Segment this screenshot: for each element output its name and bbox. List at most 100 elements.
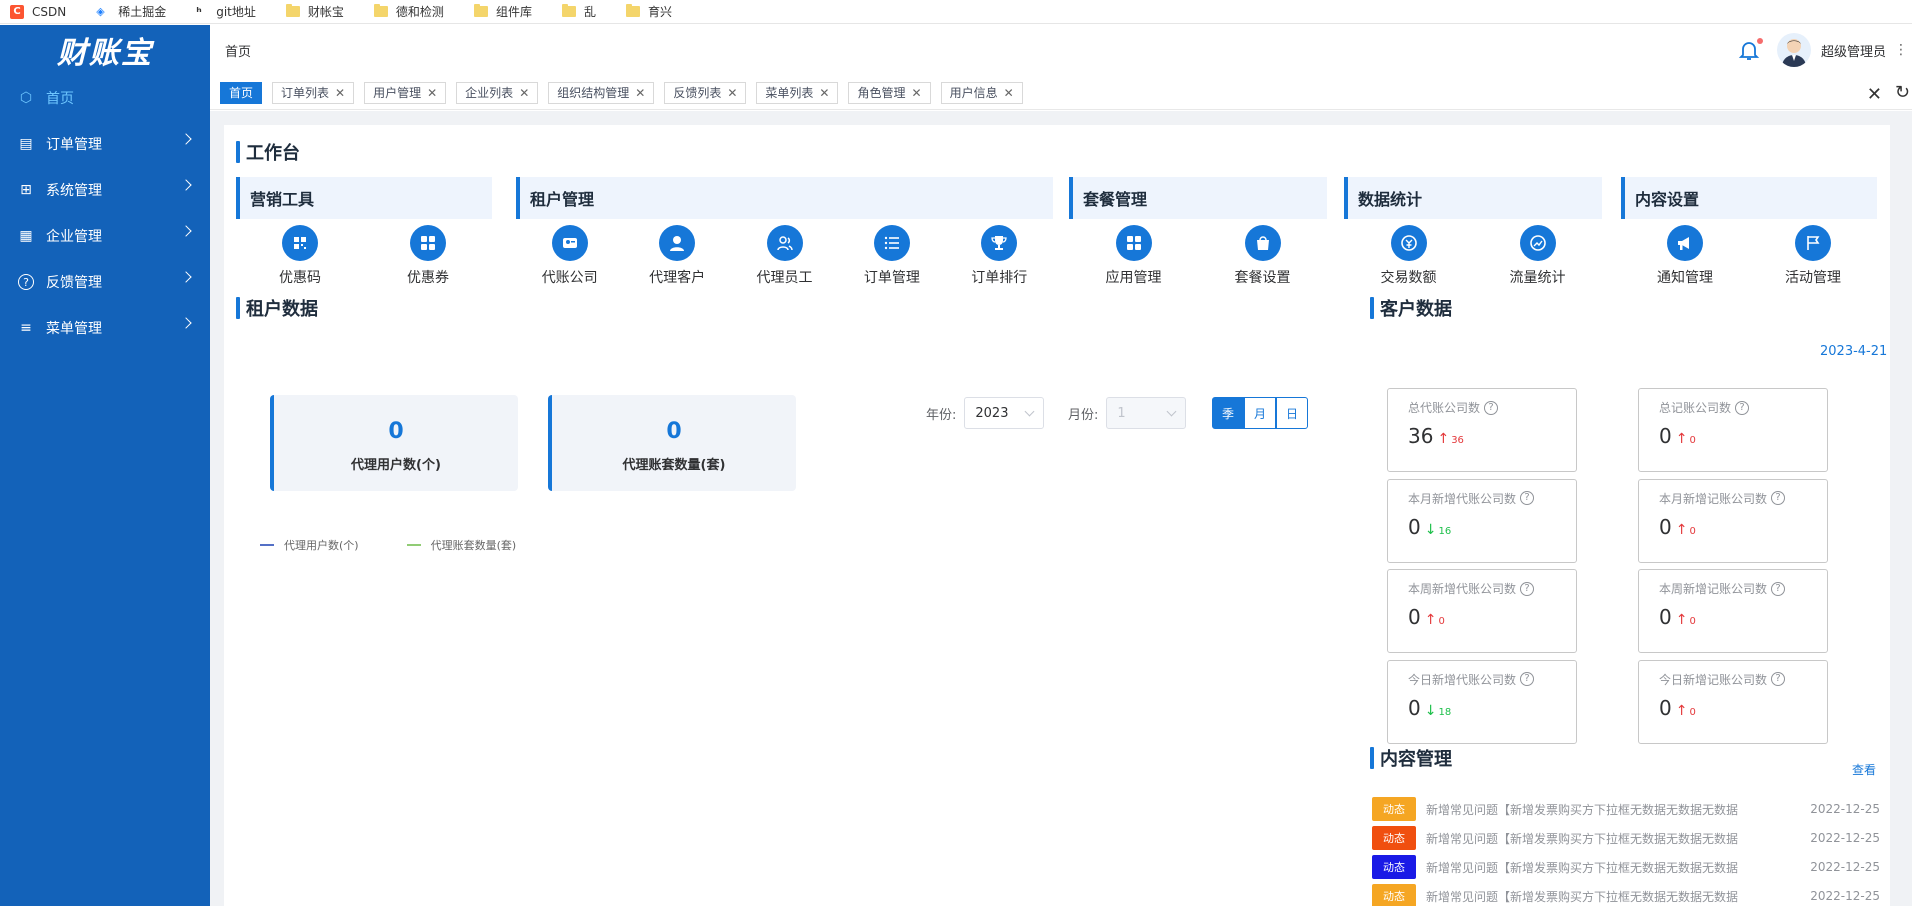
breadcrumb[interactable]: 首页 xyxy=(225,41,251,60)
tool-label: 优惠券 xyxy=(407,270,449,286)
tool-flag[interactable]: 活动管理 xyxy=(1763,225,1863,287)
close-icon[interactable]: ✕ xyxy=(1004,86,1014,100)
news-item[interactable]: 动态 新增常见问题【新增发票购买方下拉框无数据无数据无数据 2022-12-25 xyxy=(1372,884,1880,906)
tool-trophy[interactable]: 订单排行 xyxy=(949,225,1049,287)
tool-grid[interactable]: 优惠券 xyxy=(378,225,478,287)
sidebar-item-menu4[interactable]: ? 反馈管理 xyxy=(0,259,210,305)
bookmark-item[interactable]: C CSDN xyxy=(10,4,66,19)
help-icon[interactable]: ? xyxy=(1771,491,1786,505)
sidebar-item-label: 反馈管理 xyxy=(46,275,102,291)
refresh-icon[interactable]: ↻ xyxy=(1895,82,1910,103)
sidebar-item-menu5[interactable]: ≡ 菜单管理 xyxy=(0,305,210,351)
close-icon[interactable]: ✕ xyxy=(819,86,829,100)
tab-0[interactable]: 首页 xyxy=(220,81,263,104)
tool-card[interactable]: 代账公司 xyxy=(520,225,620,287)
bookmark-item[interactable]: 育兴 xyxy=(625,3,672,20)
help-icon[interactable]: ? xyxy=(1771,581,1786,596)
tab-4[interactable]: 组织结构管理 ✕ xyxy=(548,81,655,104)
sidebar-item-menu1[interactable]: ▤ 订单管理 xyxy=(0,121,210,167)
legend-item[interactable]: 代理用户数(个) xyxy=(260,537,359,553)
more-icon[interactable]: ⋮ xyxy=(1894,42,1908,58)
news-item[interactable]: 动态 新增常见问题【新增发票购买方下拉框无数据无数据无数据 2022-12-25 xyxy=(1372,826,1880,850)
close-icon[interactable]: ✕ xyxy=(519,86,529,100)
tool-label: 交易数额 xyxy=(1380,270,1437,286)
stat-label: 代理用户数(个) xyxy=(351,458,441,473)
kpi-label: 本周新增记账公司数 xyxy=(1659,582,1768,596)
news-item[interactable]: 动态 新增常见问题【新增发票购买方下拉框无数据无数据无数据 2022-12-25 xyxy=(1372,797,1880,821)
help-icon[interactable]: ? xyxy=(1520,491,1535,505)
bookmark-item[interactable]: 德和检测 xyxy=(373,3,444,20)
close-icon[interactable]: ✕ xyxy=(427,86,437,100)
tool-bag[interactable]: 套餐设置 xyxy=(1213,225,1313,287)
bookmark-label: 稀土掘金 xyxy=(118,5,167,19)
sidebar-item-home[interactable]: ⬡ 首页 xyxy=(0,75,210,121)
tool-user[interactable]: 代理客户 xyxy=(627,225,727,287)
close-icon[interactable]: ✕ xyxy=(727,86,737,100)
tool-label: 通知管理 xyxy=(1657,270,1713,286)
close-icon[interactable]: ✕ xyxy=(335,86,345,100)
tool-users[interactable]: 代理员工 xyxy=(735,225,835,287)
help-icon[interactable]: ? xyxy=(1735,400,1750,415)
bookmark-item[interactable]: 组件库 xyxy=(473,3,532,20)
tool-chart[interactable]: 流量统计 xyxy=(1488,225,1588,287)
see-more-link[interactable]: 查看 xyxy=(1852,761,1876,778)
close-icon[interactable]: ✕ xyxy=(635,86,645,100)
help-icon[interactable]: ? xyxy=(1484,400,1499,415)
close-all-tags-icon[interactable]: ✕ xyxy=(1867,84,1882,105)
avatar[interactable] xyxy=(1776,33,1811,67)
tool-coin[interactable]: 交易数额 xyxy=(1359,225,1459,287)
legend-item[interactable]: 代理账套数量(套) xyxy=(406,537,516,553)
category-header: 租户管理 xyxy=(516,177,1053,219)
tab-6[interactable]: 菜单列表 ✕ xyxy=(756,81,839,104)
news-badge: 动态 xyxy=(1372,826,1416,850)
category-header: 套餐管理 xyxy=(1069,177,1327,219)
bookmarks-bar: C CSDN ◈ 稀土掘金 ʰ git地址 财帐宝 德和检测 组件库 乱 育兴 xyxy=(0,0,1912,24)
sidebar-item-label: 系统管理 xyxy=(46,183,102,199)
kpi-label: 今日新增记账公司数 xyxy=(1659,672,1768,687)
kpi-value: 0 xyxy=(1659,695,1672,720)
tool-grid[interactable]: 应用管理 xyxy=(1084,225,1184,287)
tool-label: 代理客户 xyxy=(649,270,706,286)
year-select[interactable]: 2023 xyxy=(964,397,1045,429)
period-1[interactable]: 月 xyxy=(1244,397,1276,429)
tab-8[interactable]: 用户信息 ✕ xyxy=(940,81,1023,104)
help-icon[interactable]: ? xyxy=(1520,581,1535,596)
period-2[interactable]: 日 xyxy=(1276,397,1308,429)
tab-3[interactable]: 企业列表 ✕ xyxy=(456,81,539,104)
month-select[interactable]: 1 xyxy=(1106,397,1187,429)
tab-5[interactable]: 反馈列表 ✕ xyxy=(664,81,747,104)
period-0[interactable]: 季 xyxy=(1212,397,1244,429)
period-segmented: 季月日 xyxy=(1212,397,1308,429)
kpi-card: 今日新增代账公司数? 0 ↓ 18 xyxy=(1387,659,1577,744)
list-icon xyxy=(873,225,910,261)
bookmark-item[interactable]: 财帐宝 xyxy=(285,3,344,20)
tool-label: 优惠码 xyxy=(279,270,321,286)
news-item[interactable]: 动态 新增常见问题【新增发票购买方下拉框无数据无数据无数据 2022-12-25 xyxy=(1372,855,1880,879)
close-icon[interactable]: ✕ xyxy=(912,86,922,100)
sidebar-item-menu2[interactable]: ⊞ 系统管理 xyxy=(0,167,210,213)
tool-horn[interactable]: 通知管理 xyxy=(1635,225,1735,287)
tool-list[interactable]: 订单管理 xyxy=(842,225,942,287)
tab-7[interactable]: 角色管理 ✕ xyxy=(848,81,931,104)
tool-qr[interactable]: 优惠码 xyxy=(250,225,350,287)
bookmark-item[interactable]: 乱 xyxy=(561,3,596,20)
tab-1[interactable]: 订单列表 ✕ xyxy=(272,81,355,104)
bookmark-item[interactable]: ◈ 稀土掘金 xyxy=(96,3,166,20)
logo: 财账宝 xyxy=(57,36,153,71)
user-name[interactable]: 超级管理员 xyxy=(1821,41,1886,60)
tool-label: 订单管理 xyxy=(863,270,920,286)
sidebar-item-menu3[interactable]: ▦ 企业管理 xyxy=(0,213,210,259)
bookmark-item[interactable]: ʰ git地址 xyxy=(196,3,256,20)
news-title: 新增常见问题【新增发票购买方下拉框无数据无数据无数据 xyxy=(1426,831,1739,846)
chevron-right-icon xyxy=(180,179,192,191)
cube-icon: ⬡ xyxy=(19,90,33,106)
kpi-delta: 18 xyxy=(1438,706,1452,718)
tab-2[interactable]: 用户管理 ✕ xyxy=(364,81,447,104)
help-icon[interactable]: ? xyxy=(1771,672,1786,686)
kpi-label: 总记账公司数 xyxy=(1659,401,1732,415)
news-date: 2022-12-25 xyxy=(1810,802,1880,816)
year-label: 年份: xyxy=(926,407,957,423)
git-icon: ʰ xyxy=(196,4,202,19)
bell-icon[interactable] xyxy=(1737,38,1763,62)
help-icon[interactable]: ? xyxy=(1520,672,1535,686)
